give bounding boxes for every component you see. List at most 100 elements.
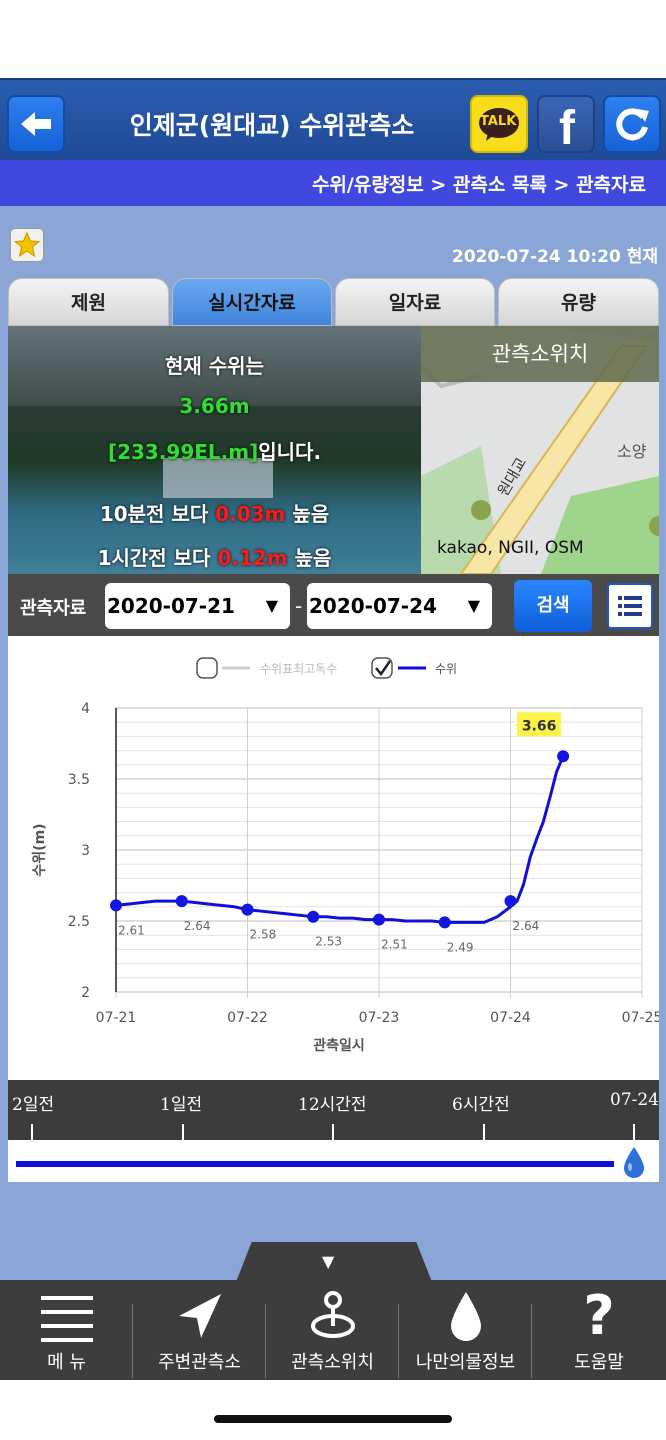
- tab-specs[interactable]: 제원: [8, 278, 169, 326]
- home-indicator[interactable]: [214, 1415, 452, 1423]
- app-header: 인제군(원대교) 수위관측소 TALK f: [0, 78, 666, 160]
- timeline-slider-track[interactable]: [16, 1161, 614, 1167]
- breadcrumb-bar: 수위/유량정보 > 관측소 목록 > 관측자료: [0, 160, 666, 206]
- data-label: 2.51: [381, 938, 408, 952]
- change-1hr-suffix: 높음: [294, 546, 332, 570]
- facebook-share-button[interactable]: f: [537, 95, 595, 155]
- map-place-label: 소양: [617, 442, 647, 461]
- nav-help-label: 도움말: [574, 1352, 624, 1373]
- timeline-slider-handle[interactable]: [622, 1145, 646, 1179]
- observation-datetime: 2020-07-24 10:20 현재: [452, 247, 658, 267]
- search-button[interactable]: 검색: [514, 580, 592, 632]
- data-label: 2.53: [315, 935, 342, 949]
- refresh-button[interactable]: [603, 95, 661, 153]
- facebook-icon: f: [559, 102, 575, 155]
- nav-station-location[interactable]: 관측소위치: [266, 1280, 399, 1380]
- start-date-value: 2020-07-21: [107, 594, 235, 618]
- favorite-button[interactable]: [10, 228, 44, 262]
- data-label: 2.58: [250, 928, 277, 942]
- x-axis-title: 관측일시: [313, 1037, 365, 1054]
- x-tick-label: 07-25: [622, 1010, 659, 1026]
- legend-checkbox-max-level: [196, 657, 218, 679]
- x-tick-label: 07-24: [490, 1010, 531, 1026]
- data-point: [241, 903, 254, 916]
- back-button[interactable]: [7, 95, 65, 153]
- change-1hr-prefix: 1시간전 보다: [97, 546, 211, 570]
- change-1hr-value: 0.12m: [217, 546, 288, 570]
- list-view-button[interactable]: [607, 583, 653, 629]
- list-icon: [618, 596, 642, 616]
- nav-my-water-label: 나만의물정보: [415, 1352, 516, 1373]
- data-point: [110, 899, 122, 912]
- timeline-tick: [332, 1124, 334, 1140]
- y-tick-label: 2: [81, 985, 90, 1001]
- timeline-tick: [182, 1124, 184, 1140]
- location-pin-icon: [311, 1291, 355, 1338]
- current-level-intro: 현재 수위는: [165, 354, 264, 378]
- nav-help[interactable]: ? 도움말: [532, 1280, 666, 1380]
- water-level-chart: 수위표최고독수 수위 2 2.5 3 3.5 4 07-21 07-22 07-23 07-24 07…: [8, 636, 662, 1080]
- back-arrow-icon: [21, 112, 51, 136]
- current-value-label: 3.66: [522, 718, 557, 734]
- y-tick-label: 4: [81, 701, 90, 717]
- elevation-suffix: 입니다.: [258, 440, 322, 464]
- timeline-tick: [31, 1124, 33, 1140]
- data-label: 2.49: [447, 940, 474, 954]
- breadcrumb[interactable]: 수위/유량정보 > 관측소 목록 > 관측자료: [312, 170, 646, 197]
- data-point: [373, 913, 385, 926]
- water-drop-icon: [624, 1147, 644, 1178]
- change-10min-line: 10분전 보다 0.03m 높음: [8, 498, 421, 527]
- y-tick-label: 3: [81, 843, 90, 859]
- y-tick-label: 2.5: [68, 914, 90, 930]
- data-label: 2.64: [184, 919, 211, 933]
- nav-nearby-stations[interactable]: 주변관측소: [133, 1280, 266, 1380]
- x-tick-label: 07-23: [359, 1010, 400, 1026]
- chevron-down-icon[interactable]: ▼: [322, 1252, 334, 1271]
- nav-location-label: 관측소위치: [291, 1352, 374, 1373]
- station-map[interactable]: 관측소위치 소양 원대교 kakao, NGII, OSM: [421, 326, 659, 574]
- tab-daily[interactable]: 일자료: [335, 278, 495, 326]
- timeline-label-2days: 2일전: [12, 1095, 55, 1115]
- data-label: 2.61: [118, 923, 145, 937]
- y-tick-label: 3.5: [68, 772, 90, 788]
- timeline-label-6h: 6시간전: [452, 1095, 510, 1115]
- kakaotalk-share-button[interactable]: TALK: [470, 95, 528, 153]
- menu-icon: [41, 1296, 93, 1342]
- change-1hr-line: 1시간전 보다 0.12m 높음: [8, 542, 421, 571]
- tab-realtime[interactable]: 실시간자료: [172, 278, 332, 326]
- data-point: [438, 916, 451, 929]
- tab-flow[interactable]: 유량: [498, 278, 659, 326]
- refresh-icon: [616, 108, 649, 141]
- bottom-safe-area: [0, 1380, 666, 1440]
- nav-nearby-label: 주변관측소: [158, 1352, 241, 1373]
- station-photo: 현재 수위는 3.66m [233.99EL.m]입니다. 10분전 보다 0.…: [8, 326, 421, 574]
- map-credit: kakao, NGII, OSM: [437, 538, 584, 558]
- page-title: 인제군(원대교) 수위관측소: [129, 111, 415, 140]
- start-date-select[interactable]: 2020-07-21 ▼: [105, 583, 290, 629]
- navigation-arrow-icon: [179, 1294, 221, 1338]
- change-10min-prefix: 10분전 보다: [99, 502, 209, 526]
- dropdown-arrow-icon: ▼: [467, 596, 480, 615]
- date-separator: -: [295, 594, 303, 618]
- timeline-label-now: 07-24: [610, 1090, 660, 1110]
- timeline-tick: [633, 1124, 635, 1140]
- legend-label-max-level: 수위표최고독수: [260, 662, 337, 676]
- data-point: [307, 910, 320, 923]
- data-label: 2.64: [513, 919, 540, 933]
- nav-my-water-info[interactable]: 나만의물정보: [399, 1280, 532, 1380]
- change-10min-value: 0.03m: [215, 502, 286, 526]
- dropdown-arrow-icon: ▼: [265, 596, 278, 615]
- elevation-value: [233.99EL.m]: [107, 440, 259, 464]
- nav-menu[interactable]: 메 뉴: [0, 1280, 133, 1380]
- timeline-label-1day: 1일전: [160, 1095, 203, 1115]
- change-10min-suffix: 높음: [292, 502, 330, 526]
- status-bar: [0, 0, 666, 78]
- talk-label: TALK: [480, 114, 517, 129]
- water-drop-icon: [451, 1292, 481, 1341]
- timeline-tick: [483, 1124, 485, 1140]
- timeline-label-12h: 12시간전: [298, 1095, 367, 1115]
- end-date-select[interactable]: 2020-07-24 ▼: [307, 583, 492, 629]
- x-tick-label: 07-22: [227, 1010, 268, 1026]
- search-label: 관측자료: [20, 598, 87, 619]
- star-icon: [13, 231, 41, 258]
